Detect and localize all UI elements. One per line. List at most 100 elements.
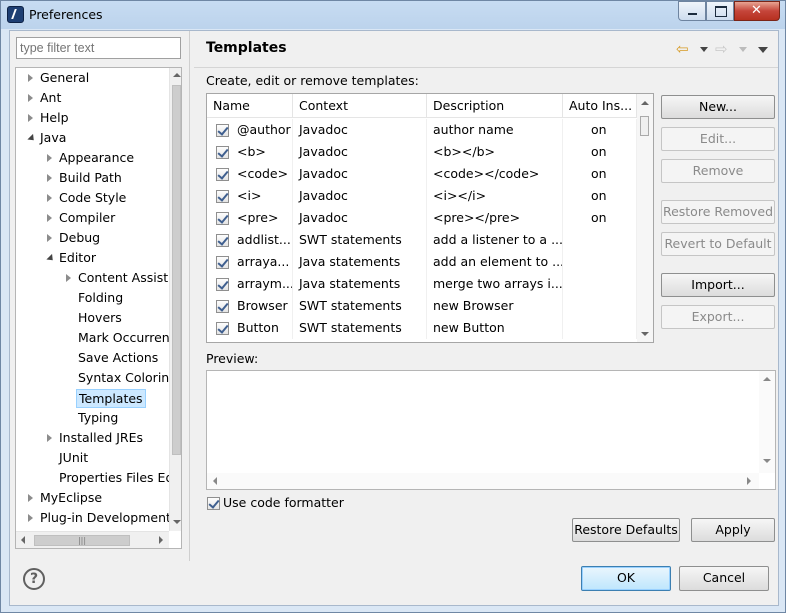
collapsed-chevron-icon[interactable] <box>47 214 52 222</box>
expanded-chevron-icon[interactable] <box>46 253 56 264</box>
template-enabled-checkbox[interactable] <box>216 146 229 159</box>
table-scroll-thumb[interactable] <box>640 116 649 136</box>
template-enabled-checkbox[interactable] <box>216 256 229 269</box>
scroll-up-arrow-icon[interactable] <box>763 377 771 381</box>
filter-input[interactable] <box>16 37 181 59</box>
scroll-right-arrow-icon[interactable] <box>747 477 751 485</box>
title-bar[interactable]: Preferences <box>1 1 785 29</box>
template-enabled-checkbox[interactable] <box>216 168 229 181</box>
table-row[interactable]: @author Javadoc author name on <box>207 119 637 141</box>
scroll-up-arrow-icon[interactable] <box>641 101 649 105</box>
tree-item-java[interactable]: Java <box>16 128 169 148</box>
scroll-down-arrow-icon[interactable] <box>763 459 771 463</box>
tree-item-build-path[interactable]: Build Path <box>16 168 169 188</box>
tree-item-properties-files-ed[interactable]: Properties Files Ed <box>16 468 169 488</box>
collapsed-chevron-icon[interactable] <box>28 114 33 122</box>
tree-vertical-scroll-thumb[interactable] <box>172 85 181 455</box>
template-enabled-checkbox[interactable] <box>216 124 229 137</box>
cancel-button[interactable]: Cancel <box>679 566 769 591</box>
table-row[interactable]: <pre> Javadoc <pre></pre> on <box>207 207 637 229</box>
tree-item-compiler[interactable]: Compiler <box>16 208 169 228</box>
collapsed-chevron-icon[interactable] <box>28 74 33 82</box>
collapsed-chevron-icon[interactable] <box>66 274 71 282</box>
tree-item-folding[interactable]: Folding <box>16 288 169 308</box>
column-header-name[interactable]: Name <box>207 94 293 118</box>
table-row[interactable]: addlist... SWT statements add a listener t… <box>207 229 637 251</box>
table-row[interactable]: <i> Javadoc <i></i> on <box>207 185 637 207</box>
back-menu-chevron-icon[interactable] <box>700 47 708 52</box>
revert-to-default-button[interactable]: Revert to Default <box>661 232 775 256</box>
tree-item-installed-jres[interactable]: Installed JREs <box>16 428 169 448</box>
maximize-button[interactable] <box>706 1 734 21</box>
scroll-down-arrow-icon[interactable] <box>641 332 649 336</box>
panel-sash[interactable] <box>189 31 193 561</box>
restore-defaults-button[interactable]: Restore Defaults <box>572 518 680 542</box>
column-header-auto-insert[interactable]: Auto Ins... <box>563 94 637 118</box>
preview-horizontal-scrollbar[interactable] <box>207 473 759 489</box>
tree-horizontal-scrollbar[interactable]: ||| <box>16 531 169 548</box>
collapsed-chevron-icon[interactable] <box>47 434 52 442</box>
tree-item-code-style[interactable]: Code Style <box>16 188 169 208</box>
template-enabled-checkbox[interactable] <box>216 190 229 203</box>
tree-item-save-actions[interactable]: Save Actions <box>16 348 169 368</box>
template-enabled-checkbox[interactable] <box>216 278 229 291</box>
table-row[interactable]: arraya... Java statements add an element t… <box>207 251 637 273</box>
collapsed-chevron-icon[interactable] <box>28 494 33 502</box>
template-enabled-checkbox[interactable] <box>216 300 229 313</box>
template-enabled-checkbox[interactable] <box>216 322 229 335</box>
column-header-description[interactable]: Description <box>427 94 563 118</box>
export-button[interactable]: Export... <box>661 305 775 329</box>
view-menu-chevron-icon[interactable] <box>758 47 768 53</box>
scroll-up-arrow-icon[interactable] <box>173 73 181 77</box>
column-header-context[interactable]: Context <box>293 94 427 118</box>
edit-template-button[interactable]: Edit... <box>661 127 775 151</box>
restore-removed-button[interactable]: Restore Removed <box>661 200 775 224</box>
tree-horizontal-scroll-thumb[interactable]: ||| <box>34 535 130 546</box>
tree-item-hovers[interactable]: Hovers <box>16 308 169 328</box>
preview-vertical-scrollbar[interactable] <box>759 371 775 473</box>
tree-item-appearance[interactable]: Appearance <box>16 148 169 168</box>
tree-item-editor[interactable]: Editor <box>16 248 169 268</box>
collapsed-chevron-icon[interactable] <box>47 174 52 182</box>
tree-item-debug[interactable]: Debug <box>16 228 169 248</box>
table-row[interactable]: Browser SWT statements new Browser <box>207 295 637 317</box>
scroll-left-arrow-icon[interactable] <box>213 477 217 485</box>
preview-area[interactable] <box>206 370 776 490</box>
table-row[interactable]: <code> Javadoc <code></code> on <box>207 163 637 185</box>
remove-template-button[interactable]: Remove <box>661 159 775 183</box>
collapsed-chevron-icon[interactable] <box>47 154 52 162</box>
ok-button[interactable]: OK <box>581 566 671 591</box>
template-enabled-checkbox[interactable] <box>216 212 229 225</box>
tree-item-general[interactable]: General <box>16 68 169 88</box>
tree-item-content-assist[interactable]: Content Assist <box>16 268 169 288</box>
collapsed-chevron-icon[interactable] <box>28 94 33 102</box>
import-button[interactable]: Import... <box>661 273 775 297</box>
table-row[interactable]: <b> Javadoc <b></b> on <box>207 141 637 163</box>
table-row[interactable]: Button SWT statements new Button <box>207 317 637 339</box>
tree-item-typing[interactable]: Typing <box>16 408 169 428</box>
collapsed-chevron-icon[interactable] <box>28 514 33 522</box>
close-button[interactable] <box>734 1 780 21</box>
table-vertical-scrollbar[interactable] <box>637 94 653 342</box>
tree-vertical-scrollbar[interactable] <box>169 68 181 531</box>
collapsed-chevron-icon[interactable] <box>47 234 52 242</box>
back-arrow-icon[interactable]: ⇦ <box>676 40 689 58</box>
scroll-down-arrow-icon[interactable] <box>173 520 181 524</box>
expanded-chevron-icon[interactable] <box>27 133 37 144</box>
scroll-right-arrow-icon[interactable] <box>159 536 163 544</box>
tree-item-help[interactable]: Help <box>16 108 169 128</box>
tree-item-plug-in-development[interactable]: Plug-in Development <box>16 508 169 528</box>
tree-item-mark-occurren[interactable]: Mark Occurren <box>16 328 169 348</box>
apply-button[interactable]: Apply <box>691 518 775 542</box>
use-code-formatter-checkbox[interactable] <box>207 497 220 510</box>
new-template-button[interactable]: New... <box>661 95 775 119</box>
tree-item-junit[interactable]: JUnit <box>16 448 169 468</box>
minimize-button[interactable] <box>678 1 706 21</box>
tree-item-ant[interactable]: Ant <box>16 88 169 108</box>
collapsed-chevron-icon[interactable] <box>47 194 52 202</box>
template-enabled-checkbox[interactable] <box>216 234 229 247</box>
table-row[interactable]: arraym... Java statements merge two arrays… <box>207 273 637 295</box>
scroll-left-arrow-icon[interactable] <box>21 536 25 544</box>
help-icon[interactable]: ? <box>23 568 45 590</box>
tree-item-myeclipse[interactable]: MyEclipse <box>16 488 169 508</box>
